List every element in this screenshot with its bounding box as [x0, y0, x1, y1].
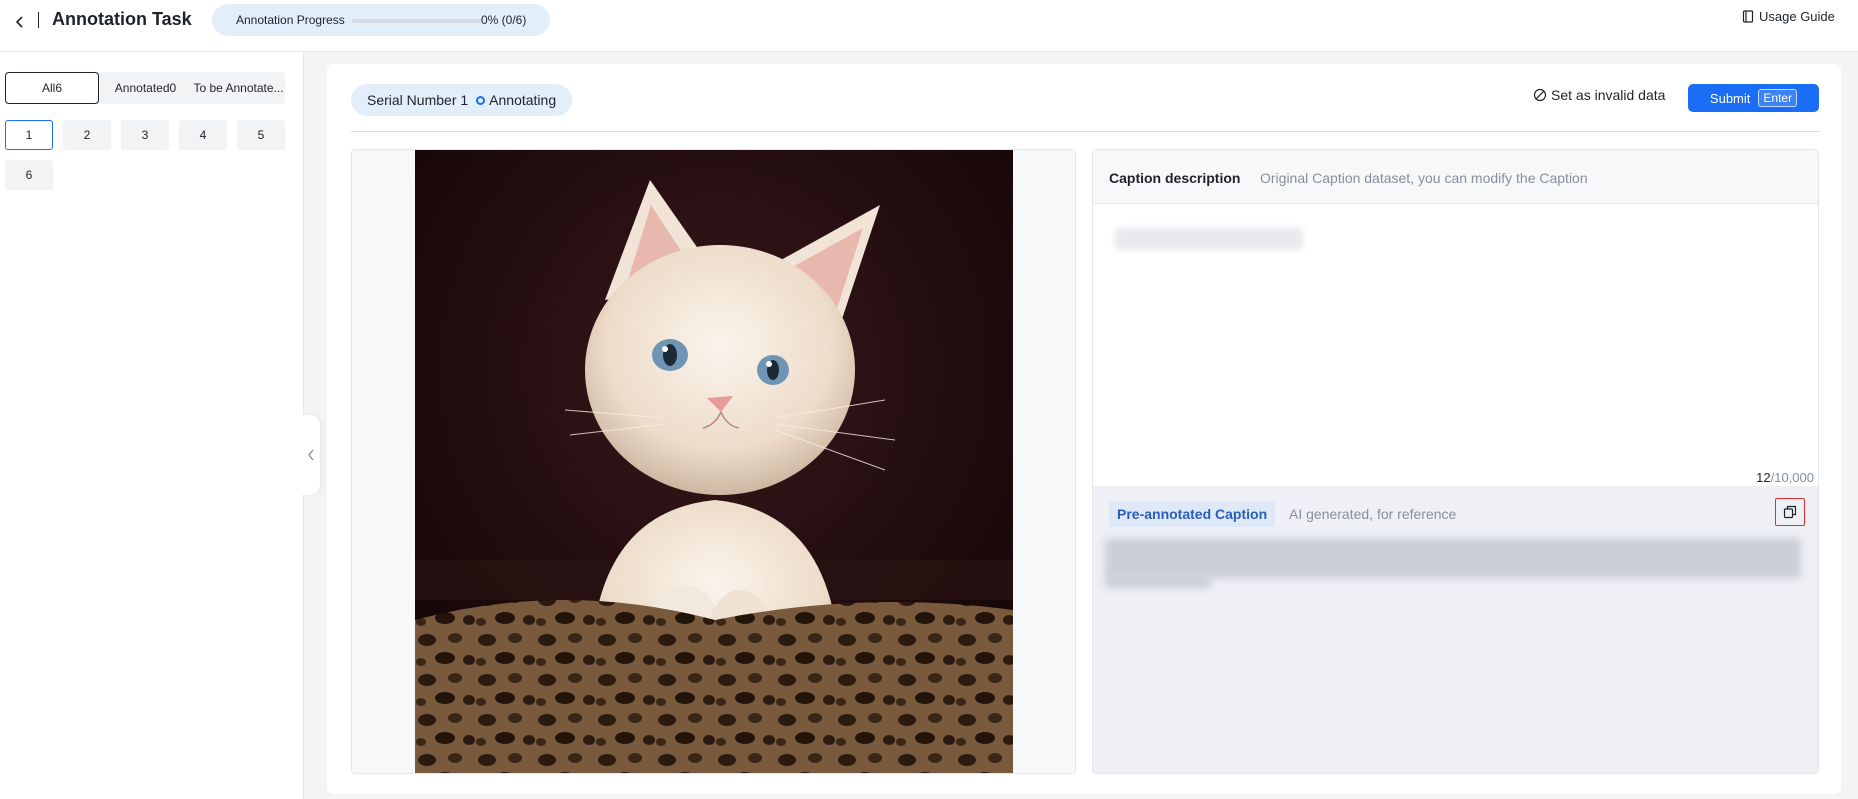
submit-label: Submit — [1709, 90, 1751, 106]
main-panel: Serial Number 1 Annotating Set as invali… — [327, 64, 1841, 794]
caption-subtitle: Original Caption dataset, you can modify… — [1260, 170, 1588, 186]
sidebar: All6 Annotated0 To be Annotate... 1 2 3 … — [0, 52, 304, 799]
pre-annotated-tag: Pre-annotated Caption — [1109, 501, 1276, 527]
pre-annotated-text — [1105, 538, 1801, 578]
item-number-6[interactable]: 6 — [5, 160, 53, 190]
enter-key-hint: Enter — [1758, 89, 1798, 107]
chevron-left-icon — [15, 16, 23, 28]
caption-textarea[interactable] — [1115, 228, 1303, 250]
item-number-grid: 1 2 3 4 5 6 — [5, 120, 295, 190]
top-header: Annotation Task Annotation Progress 0% (… — [0, 0, 1858, 52]
item-number-2[interactable]: 2 — [63, 120, 111, 150]
page-title: Annotation Task — [52, 9, 192, 29]
book-icon — [1742, 10, 1754, 23]
usage-guide-link[interactable]: Usage Guide — [1742, 9, 1835, 24]
caption-panel: Caption description Original Caption dat… — [1092, 149, 1819, 774]
image-panel — [351, 149, 1076, 774]
caption-title: Caption description — [1109, 170, 1241, 186]
divider — [351, 131, 1819, 132]
tab-all[interactable]: All6 — [5, 72, 99, 104]
tab-annotated[interactable]: Annotated0 — [99, 72, 192, 104]
prohibited-icon — [1533, 88, 1547, 102]
character-count-current: 12 — [1756, 470, 1771, 485]
set-invalid-label: Set as invalid data — [1551, 87, 1666, 103]
character-count: 12/10,000 — [1756, 470, 1814, 485]
submit-button[interactable]: Submit Enter — [1688, 84, 1819, 112]
status-label: Annotating — [489, 92, 557, 108]
character-count-max: /10,000 — [1770, 470, 1814, 485]
item-number-3[interactable]: 3 — [121, 120, 169, 150]
status-dot-icon — [476, 95, 486, 105]
copy-icon — [1783, 505, 1797, 519]
serial-status-pill: Serial Number 1 Annotating — [351, 84, 573, 116]
progress-value: 0% (0/6) — [481, 13, 527, 27]
progress-bar — [352, 19, 482, 23]
item-number-1[interactable]: 1 — [5, 120, 53, 150]
kitten-image — [415, 150, 1013, 773]
set-invalid-button[interactable]: Set as invalid data — [1533, 87, 1665, 103]
sidebar-collapse-handle[interactable] — [302, 415, 320, 495]
usage-guide-label: Usage Guide — [1759, 9, 1835, 24]
chevron-left-icon — [308, 449, 314, 461]
tab-to-be-annotated[interactable]: To be Annotate... — [192, 72, 285, 104]
filter-tabs: All6 Annotated0 To be Annotate... — [5, 72, 285, 104]
caption-header: Caption description Original Caption dat… — [1093, 150, 1818, 204]
serial-number: Serial Number 1 — [367, 92, 469, 108]
kitten-illustration — [415, 150, 1013, 773]
annotation-progress: Annotation Progress 0% (0/6) — [212, 4, 550, 36]
item-number-4[interactable]: 4 — [179, 120, 227, 150]
pre-annotated-section: Pre-annotated Caption AI generated, for … — [1093, 486, 1818, 773]
pre-annotated-text-continued — [1105, 574, 1211, 588]
pre-annotated-subtitle: AI generated, for reference — [1289, 506, 1457, 522]
title-separator — [38, 12, 39, 28]
back-button[interactable] — [8, 10, 32, 34]
copy-button[interactable] — [1775, 498, 1805, 526]
item-number-5[interactable]: 5 — [237, 120, 285, 150]
progress-label: Annotation Progress — [236, 13, 345, 27]
